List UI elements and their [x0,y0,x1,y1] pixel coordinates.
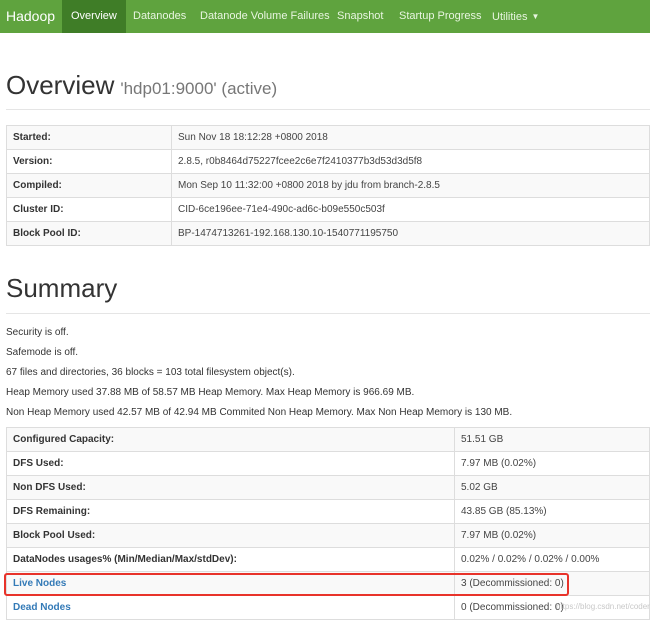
started-label: Started: [6,125,172,150]
summary-divider [6,313,650,314]
overview-divider [6,109,650,110]
heap-memory: Heap Memory used 37.88 MB of 58.57 MB He… [6,387,415,398]
overview-host: 'hdp01:9000' [120,79,217,98]
table-row: DFS Used: 7.97 MB (0.02%) [6,451,650,476]
compiled-value: Mon Sep 10 11:32:00 +0800 2018 by jdu fr… [171,173,650,198]
nav-datanode-volume-failures[interactable]: Datanode Volume Failures [191,0,339,33]
table-row: Cluster ID: CID-6ce196ee-71e4-490c-ad6c-b… [6,197,650,222]
nav-overview[interactable]: Overview [62,0,126,33]
table-row: Configured Capacity: 51.51 GB [6,427,650,452]
compiled-label: Compiled: [6,173,172,198]
nav-utilities-label: Utilities [492,11,528,23]
datanodes-usages-value: 0.02% / 0.02% / 0.02% / 0.00% [454,547,650,572]
non-dfs-used-value: 5.02 GB [454,475,650,500]
overview-table: Started: Sun Nov 18 18:12:28 +0800 2018 V… [6,125,650,246]
overview-state: (active) [221,79,278,98]
datanodes-usages-label: DataNodes usages% (Min/Median/Max/stdDev… [6,547,455,572]
chevron-down-icon: ▼ [531,12,540,21]
nav-datanodes[interactable]: Datanodes [124,0,195,33]
table-row: Version: 2.8.5, r0b8464d75227fcee2c6e7f24… [6,149,650,174]
dfs-remaining-value: 43.85 GB (85.13%) [454,499,650,524]
block-pool-id-value: BP-1474713261-192.168.130.10-15407711957… [171,221,650,246]
dfs-used-label: DFS Used: [6,451,455,476]
overview-title: Overview [6,70,115,100]
navbar-brand[interactable]: Hadoop [6,0,55,33]
top-navbar: Hadoop Overview Datanodes Datanode Volum… [0,0,650,33]
table-row: Dead Nodes 0 (Decommissioned: 0) [6,595,650,620]
started-value: Sun Nov 18 18:12:28 +0800 2018 [171,125,650,150]
table-row: Block Pool ID: BP-1474713261-192.168.130.… [6,221,650,246]
watermark: https://blog.csdn.net/coder1504 [556,602,650,611]
non-dfs-used-label: Non DFS Used: [6,475,455,500]
cluster-id-label: Cluster ID: [6,197,172,222]
nav-startup-progress[interactable]: Startup Progress [390,0,491,33]
block-pool-used-label: Block Pool Used: [6,523,455,548]
safemode-status: Safemode is off. [6,347,79,358]
version-value: 2.8.5, r0b8464d75227fcee2c6e7f2410377b3d… [171,149,650,174]
dfs-used-value: 7.97 MB (0.02%) [454,451,650,476]
live-nodes-highlight [4,573,569,596]
version-label: Version: [6,149,172,174]
table-row: Block Pool Used: 7.97 MB (0.02%) [6,523,650,548]
cluster-id-value: CID-6ce196ee-71e4-490c-ad6c-b09e550c503f [171,197,650,222]
block-pool-id-label: Block Pool ID: [6,221,172,246]
dead-nodes-cell: Dead Nodes [6,595,455,620]
table-row: DFS Remaining: 43.85 GB (85.13%) [6,499,650,524]
overview-heading: Overview 'hdp01:9000' (active) [6,70,277,101]
dfs-remaining-label: DFS Remaining: [6,499,455,524]
table-row: Started: Sun Nov 18 18:12:28 +0800 2018 [6,125,650,150]
nav-snapshot[interactable]: Snapshot [328,0,392,33]
nav-utilities-dropdown[interactable]: Utilities ▼ [483,0,548,33]
non-heap-memory: Non Heap Memory used 42.57 MB of 42.94 M… [6,407,513,418]
summary-heading: Summary [6,273,118,303]
block-pool-used-value: 7.97 MB (0.02%) [454,523,650,548]
dead-nodes-link[interactable]: Dead Nodes [13,602,71,613]
configured-capacity-label: Configured Capacity: [6,427,455,452]
filesystem-objects: 67 files and directories, 36 blocks = 10… [6,367,295,378]
table-row: DataNodes usages% (Min/Median/Max/stdDev… [6,547,650,572]
overview-host-state: 'hdp01:9000' (active) [120,79,277,98]
table-row: Compiled: Mon Sep 10 11:32:00 +0800 2018 … [6,173,650,198]
security-status: Security is off. [6,327,69,338]
table-row: Non DFS Used: 5.02 GB [6,475,650,500]
configured-capacity-value: 51.51 GB [454,427,650,452]
